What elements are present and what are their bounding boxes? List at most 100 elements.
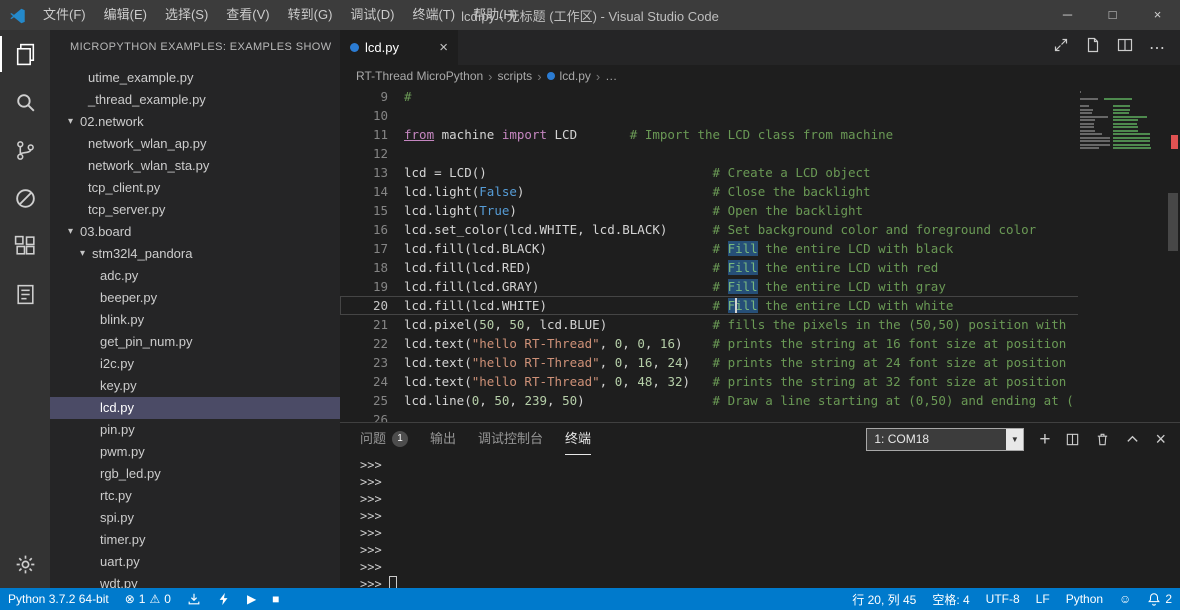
panel-tab-3[interactable]: 终端	[565, 423, 591, 455]
new-terminal-icon[interactable]: +	[1039, 430, 1050, 449]
more-actions-icon[interactable]: ⋯	[1149, 38, 1166, 58]
run-icon[interactable]: ▶	[239, 588, 264, 610]
code-line-23[interactable]: 23lcd.text("hello RT-Thread", 0, 16, 24)…	[340, 353, 1166, 372]
tree-file-rgb_led.py[interactable]: rgb_led.py	[50, 463, 340, 485]
tree-file-beeper.py[interactable]: beeper.py	[50, 287, 340, 309]
language-mode[interactable]: Python	[1058, 588, 1111, 610]
problems-status[interactable]: ⊗ 1 ⚠ 0	[117, 588, 179, 610]
tree-file-blink.py[interactable]: blink.py	[50, 309, 340, 331]
tree-file-pin.py[interactable]: pin.py	[50, 419, 340, 441]
tree-folder-03.board[interactable]: ▾03.board	[50, 221, 340, 243]
code-line-13[interactable]: 13lcd = LCD()# Create a LCD object	[340, 163, 1166, 182]
vertical-scrollbar[interactable]	[1168, 193, 1178, 251]
split-editor-icon[interactable]	[1117, 37, 1133, 58]
panel-tab-2[interactable]: 调试控制台	[478, 423, 543, 455]
code-line-17[interactable]: 17lcd.fill(lcd.BLACK)# Fill the entire L…	[340, 239, 1166, 258]
editor[interactable]: 9#1011from machine import LCD# Import th…	[340, 87, 1180, 422]
settings-icon[interactable]	[0, 540, 50, 588]
tree-file-uart.py[interactable]: uart.py	[50, 551, 340, 573]
kill-terminal-icon[interactable]	[1095, 432, 1110, 447]
menu-item-2[interactable]: 选择(S)	[156, 0, 217, 30]
feedback-smiley-icon[interactable]: ☺	[1111, 588, 1139, 610]
menu-item-4[interactable]: 转到(G)	[279, 0, 342, 30]
tree-file-utime_example.py[interactable]: utime_example.py	[50, 67, 340, 89]
tab-label: lcd.py	[365, 40, 399, 55]
code-line-21[interactable]: 21lcd.pixel(50, 50, lcd.BLUE)# fills the…	[340, 315, 1166, 334]
breadcrumb-symbol[interactable]: …	[605, 69, 617, 83]
flash-build-icon[interactable]	[209, 588, 239, 610]
tree-file-get_pin_num.py[interactable]: get_pin_num.py	[50, 331, 340, 353]
tree-file-tcp_client.py[interactable]: tcp_client.py	[50, 177, 340, 199]
menu-item-3[interactable]: 查看(V)	[217, 0, 278, 30]
maximize-panel-icon[interactable]	[1125, 432, 1140, 447]
close-panel-icon[interactable]: ×	[1155, 430, 1166, 448]
tab-lcd-py[interactable]: lcd.py ×	[340, 30, 458, 65]
breadcrumb-file[interactable]: lcd.py	[560, 69, 591, 83]
cursor-position[interactable]: 行 20, 列 45	[844, 588, 924, 610]
tree-file-pwm.py[interactable]: pwm.py	[50, 441, 340, 463]
code-line-16[interactable]: 16lcd.set_color(lcd.WHITE, lcd.BLACK)# S…	[340, 220, 1166, 239]
breadcrumb-workspace[interactable]: RT-Thread MicroPython	[356, 69, 483, 83]
tree-file-lcd.py[interactable]: lcd.py	[50, 397, 340, 419]
download-to-device-icon[interactable]	[179, 588, 209, 610]
menu-item-6[interactable]: 终端(T)	[403, 0, 464, 30]
code-line-22[interactable]: 22lcd.text("hello RT-Thread", 0, 0, 16)#…	[340, 334, 1166, 353]
search-icon[interactable]	[0, 78, 50, 126]
extensions-icon[interactable]	[0, 222, 50, 270]
tree-file-i2c.py[interactable]: i2c.py	[50, 353, 340, 375]
explorer-icon[interactable]	[0, 30, 50, 78]
minimap[interactable]	[1078, 87, 1166, 422]
code-line-14[interactable]: 14lcd.light(False)# Close the backlight	[340, 182, 1166, 201]
debug-icon[interactable]	[0, 174, 50, 222]
breadcrumb-folder[interactable]: scripts	[498, 69, 533, 83]
tab-close-icon[interactable]: ×	[439, 40, 448, 55]
tree-folder-02.network[interactable]: ▾02.network	[50, 111, 340, 133]
indentation-status[interactable]: 空格: 4	[924, 588, 977, 610]
encoding-status[interactable]: UTF-8	[978, 588, 1028, 610]
stop-icon[interactable]: ■	[264, 588, 287, 610]
source-control-icon[interactable]	[0, 126, 50, 174]
tree-file-_thread_example.py[interactable]: _thread_example.py	[50, 89, 340, 111]
code-line-20[interactable]: 20lcd.fill(lcd.WHITE)# Fill the entire L…	[340, 296, 1166, 315]
code-line-15[interactable]: 15lcd.light(True)# Open the backlight	[340, 201, 1166, 220]
tree-file-timer.py[interactable]: timer.py	[50, 529, 340, 551]
tree-file-network_wlan_ap.py[interactable]: network_wlan_ap.py	[50, 133, 340, 155]
tree-file-network_wlan_sta.py[interactable]: network_wlan_sta.py	[50, 155, 340, 177]
code-line-11[interactable]: 11from machine import LCD# Import the LC…	[340, 125, 1166, 144]
open-changes-icon[interactable]	[1053, 37, 1069, 58]
maximize-button[interactable]: □	[1090, 0, 1135, 30]
code-line-18[interactable]: 18lcd.fill(lcd.RED)# Fill the entire LCD…	[340, 258, 1166, 277]
code-line-26[interactable]: 26	[340, 410, 1166, 422]
open-file-icon[interactable]	[1085, 37, 1101, 58]
python-interpreter[interactable]: Python 3.7.2 64-bit	[0, 588, 117, 610]
code-line-9[interactable]: 9#	[340, 87, 1166, 106]
minimize-button[interactable]: ─	[1045, 0, 1090, 30]
code-line-10[interactable]: 10	[340, 106, 1166, 125]
line-number: 12	[340, 144, 388, 163]
tree-file-spi.py[interactable]: spi.py	[50, 507, 340, 529]
tree-item-label: get_pin_num.py	[100, 331, 193, 353]
menu-item-5[interactable]: 调试(D)	[341, 0, 403, 30]
menu-item-1[interactable]: 编辑(E)	[95, 0, 156, 30]
terminal-select[interactable]: 1: COM18 ▼	[866, 428, 1024, 451]
close-button[interactable]: ×	[1135, 0, 1180, 30]
examples-icon[interactable]	[0, 270, 50, 318]
tree-folder-stm32l4_pandora[interactable]: ▾stm32l4_pandora	[50, 243, 340, 265]
notifications-bell[interactable]: 2	[1139, 588, 1180, 610]
eol-status[interactable]: LF	[1028, 588, 1058, 610]
tree-file-rtc.py[interactable]: rtc.py	[50, 485, 340, 507]
split-terminal-icon[interactable]	[1065, 432, 1080, 447]
tree-file-wdt.py[interactable]: wdt.py	[50, 573, 340, 588]
panel-tab-0[interactable]: 问题1	[360, 423, 408, 455]
tree-file-adc.py[interactable]: adc.py	[50, 265, 340, 287]
code-line-12[interactable]: 12	[340, 144, 1166, 163]
panel-tabs: 问题1 输出调试控制台终端 1: COM18 ▼ +	[340, 423, 1180, 455]
panel-tab-1[interactable]: 输出	[430, 423, 456, 455]
terminal-output[interactable]: >>>>>>>>>>>>>>>>>>>>>>>>	[340, 455, 1180, 588]
menu-item-0[interactable]: 文件(F)	[34, 0, 95, 30]
code-line-19[interactable]: 19lcd.fill(lcd.GRAY)# Fill the entire LC…	[340, 277, 1166, 296]
tree-file-key.py[interactable]: key.py	[50, 375, 340, 397]
code-line-25[interactable]: 25lcd.line(0, 50, 239, 50)# Draw a line …	[340, 391, 1166, 410]
tree-file-tcp_server.py[interactable]: tcp_server.py	[50, 199, 340, 221]
code-line-24[interactable]: 24lcd.text("hello RT-Thread", 0, 48, 32)…	[340, 372, 1166, 391]
